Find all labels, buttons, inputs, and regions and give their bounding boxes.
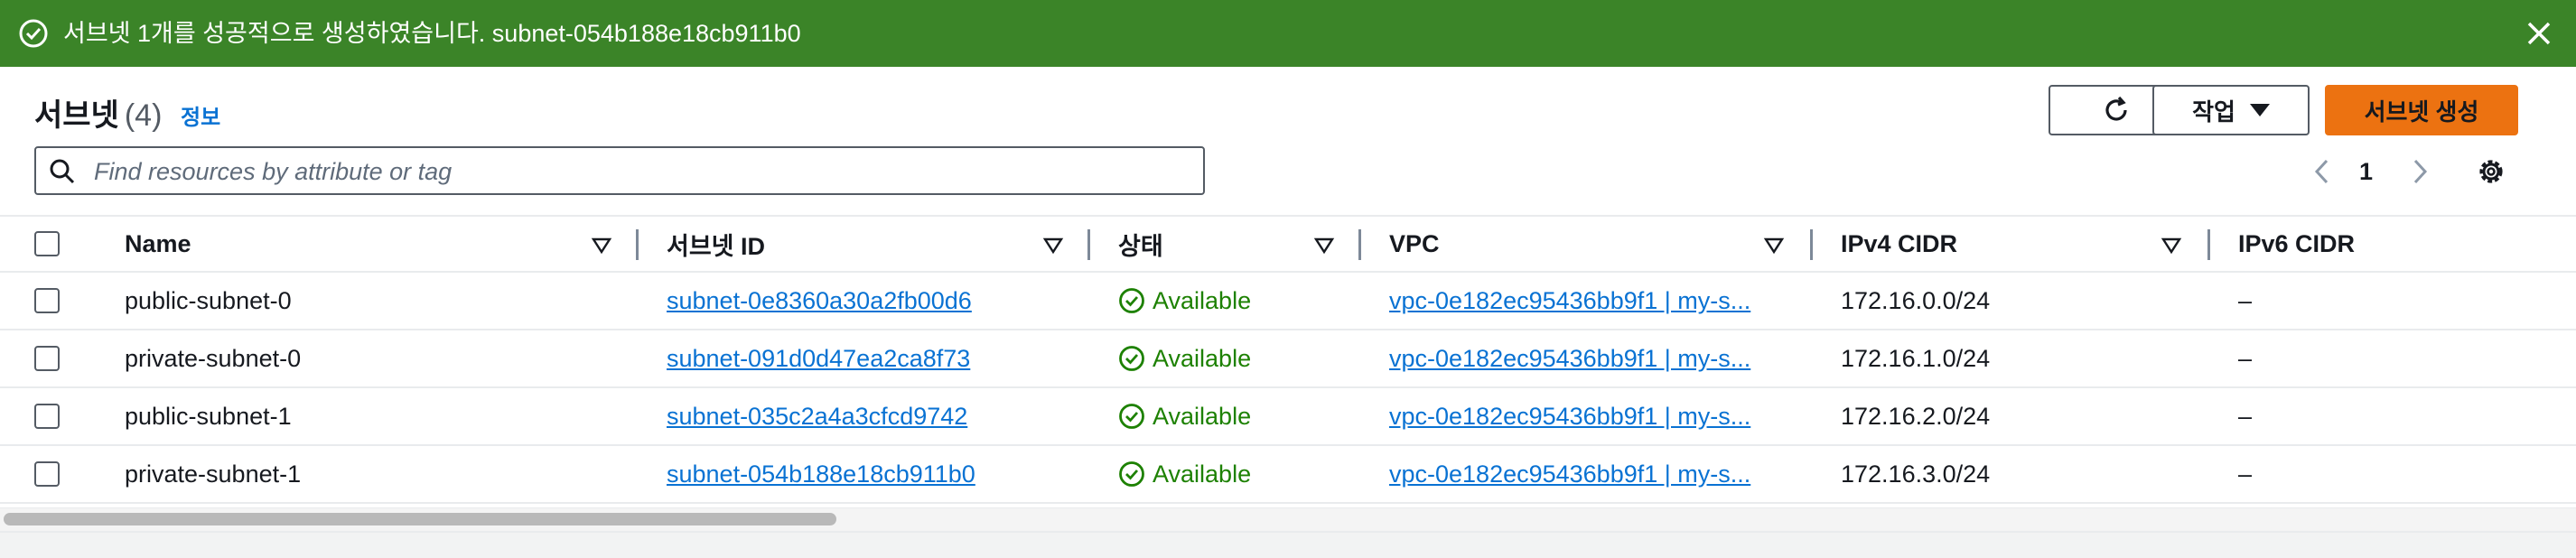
ipv4-cidr: 172.16.0.0/24: [1841, 286, 1991, 314]
status-text: Available: [1153, 402, 1252, 430]
actions-label: 작업: [2192, 98, 2235, 126]
table-row[interactable]: public-subnet-1 subnet-035c2a4a3cfcd9742…: [0, 388, 2576, 446]
table-row[interactable]: public-subnet-0 subnet-0e8360a30a2fb00d6…: [0, 273, 2576, 330]
column-header-subnet-id[interactable]: 서브넷 ID: [667, 217, 765, 271]
gear-icon[interactable]: [2475, 155, 2507, 188]
ipv4-cidr: 172.16.2.0/24: [1841, 402, 1991, 430]
ipv6-cidr: –: [2238, 286, 2253, 314]
column-label: IPv6 CIDR: [2238, 229, 2356, 257]
status-text: Available: [1153, 286, 1252, 314]
row-checkbox[interactable]: [34, 346, 60, 371]
search-field[interactable]: [34, 146, 1205, 195]
check-circle-icon: [1119, 346, 1144, 371]
sort-icon[interactable]: [2161, 237, 2182, 255]
column-label: 상태: [1118, 232, 1163, 260]
select-all-checkbox[interactable]: [34, 231, 60, 256]
column-header-vpc[interactable]: VPC: [1389, 217, 1440, 271]
column-header-ipv4-cidr[interactable]: IPv4 CIDR: [1841, 217, 1957, 271]
column-header-name[interactable]: Name: [125, 217, 191, 271]
sort-icon[interactable]: [1313, 237, 1335, 255]
column-separator[interactable]: [1087, 229, 1090, 260]
vpc-link[interactable]: vpc-0e182ec95436bb9f1 | my-s...: [1389, 388, 1781, 444]
actions-dropdown-button[interactable]: 작업: [2152, 85, 2310, 135]
page-title: 서브넷 (4): [34, 90, 162, 135]
column-label: Name: [125, 229, 191, 257]
close-icon[interactable]: [2524, 18, 2554, 49]
refresh-icon: [2105, 96, 2127, 121]
ipv4-cidr: 172.16.1.0/24: [1841, 344, 1991, 372]
page-title-text: 서브넷: [34, 98, 119, 133]
current-page-number[interactable]: 1: [2359, 155, 2373, 188]
row-checkbox[interactable]: [34, 461, 60, 487]
status-text: Available: [1153, 344, 1252, 372]
subnet-name: private-subnet-0: [125, 344, 302, 372]
subnet-name: public-subnet-0: [125, 286, 292, 314]
check-circle-icon: [1119, 288, 1144, 313]
vpc-link[interactable]: vpc-0e182ec95436bb9f1 | my-s...: [1389, 446, 1781, 502]
sort-icon[interactable]: [1763, 237, 1785, 255]
success-flash-bar: 서브넷 1개를 성공적으로 생성하였습니다. subnet-054b188e18…: [0, 0, 2576, 67]
status-badge: Available: [1118, 330, 1251, 386]
flash-message: 서브넷 1개를 성공적으로 생성하였습니다. subnet-054b188e18…: [63, 20, 801, 47]
status-badge: Available: [1118, 388, 1251, 444]
column-header-ipv6-cidr[interactable]: IPv6 CIDR: [2238, 217, 2355, 271]
table-footer: [0, 531, 2576, 558]
ipv6-cidr: –: [2238, 402, 2253, 430]
check-circle-icon: [1119, 404, 1144, 429]
ipv6-cidr: –: [2238, 460, 2253, 488]
column-label: 서브넷 ID: [667, 232, 766, 260]
ipv4-cidr: 172.16.3.0/24: [1841, 460, 1991, 488]
ipv6-cidr: –: [2238, 344, 2253, 372]
subnet-id-link[interactable]: subnet-0e8360a30a2fb00d6: [667, 273, 972, 329]
subnet-id-link[interactable]: subnet-054b188e18cb911b0: [667, 446, 975, 502]
check-circle-icon: [19, 19, 48, 48]
subnet-count: (4): [124, 98, 163, 133]
column-separator[interactable]: [1810, 229, 1813, 260]
status-badge: Available: [1118, 446, 1251, 502]
table-row[interactable]: private-subnet-0 subnet-091d0d47ea2ca8f7…: [0, 330, 2576, 388]
check-circle-icon: [1119, 461, 1144, 487]
table-row[interactable]: private-subnet-1 subnet-054b188e18cb911b…: [0, 446, 2576, 504]
sort-icon[interactable]: [1042, 237, 1064, 255]
status-text: Available: [1153, 460, 1252, 488]
chevron-right-icon[interactable]: [2406, 155, 2433, 188]
column-separator[interactable]: [636, 229, 639, 260]
status-badge: Available: [1118, 273, 1251, 329]
caret-down-icon: [2249, 104, 2270, 116]
column-separator[interactable]: [1358, 229, 1361, 260]
subnet-name: private-subnet-1: [125, 460, 302, 488]
column-header-status[interactable]: 상태: [1118, 217, 1163, 271]
search-input[interactable]: [92, 153, 1180, 190]
column-label: VPC: [1389, 229, 1440, 257]
subnet-id-link[interactable]: subnet-091d0d47ea2ca8f73: [667, 330, 970, 386]
sort-icon[interactable]: [591, 237, 612, 255]
column-separator[interactable]: [2207, 229, 2210, 260]
vpc-link[interactable]: vpc-0e182ec95436bb9f1 | my-s...: [1389, 273, 1781, 329]
info-link[interactable]: 정보: [181, 99, 220, 131]
column-label: IPv4 CIDR: [1841, 229, 1958, 257]
horizontal-scrollbar-thumb[interactable]: [4, 513, 836, 525]
row-checkbox[interactable]: [34, 288, 60, 313]
vpc-link[interactable]: vpc-0e182ec95436bb9f1 | my-s...: [1389, 330, 1781, 386]
search-icon: [50, 159, 75, 184]
subnet-name: public-subnet-1: [125, 402, 292, 430]
subnet-id-link[interactable]: subnet-035c2a4a3cfcd9742: [667, 388, 967, 444]
table-header: Name 서브넷 ID 상태 VPC IPv4 CIDR IPv6 CIDR: [0, 215, 2576, 273]
create-subnet-label: 서브넷 생성: [2364, 98, 2479, 126]
create-subnet-button[interactable]: 서브넷 생성: [2325, 85, 2518, 135]
row-checkbox[interactable]: [34, 404, 60, 429]
chevron-left-icon[interactable]: [2309, 155, 2336, 188]
